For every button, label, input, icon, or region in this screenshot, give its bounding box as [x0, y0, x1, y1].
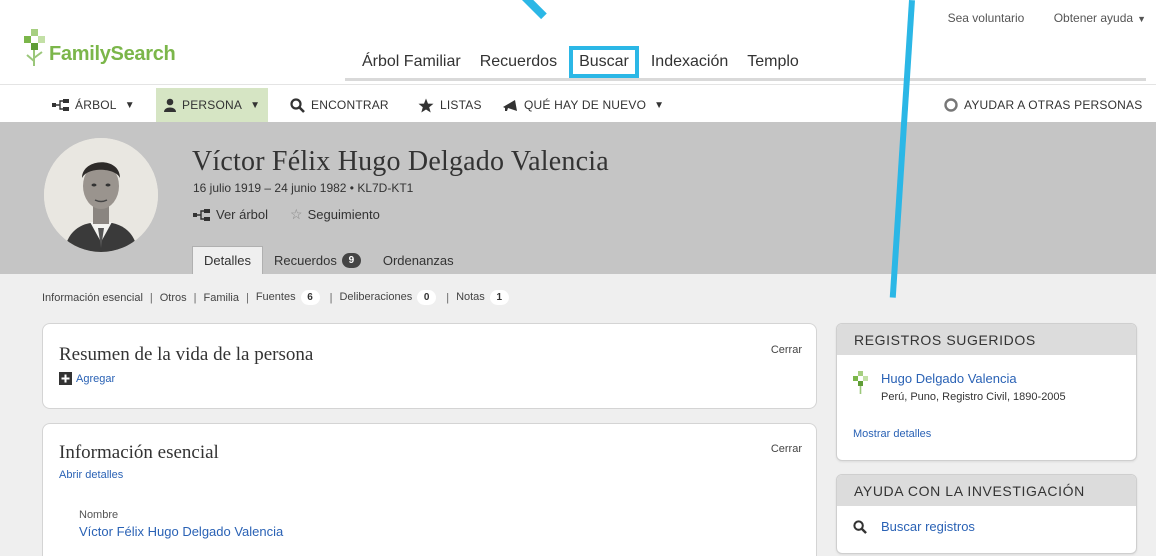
separator: | [446, 291, 450, 304]
memories-count-badge: 9 [341, 252, 361, 268]
subnav-whats-new[interactable]: QUÉ HAY DE NUEVO ▼ [502, 88, 664, 122]
utility-links: Sea voluntario Obtener ayuda ▼ [922, 11, 1146, 25]
nav-indexing[interactable]: Indexación [651, 53, 728, 71]
person-actions: Ver árbol ☆ Seguimiento [193, 206, 380, 223]
nav-family-tree[interactable]: Árbol Familiar [362, 53, 461, 71]
separator: | [193, 291, 197, 304]
suggested-record-source: Perú, Puno, Registro Civil, 1890-2005 [881, 391, 1066, 403]
tab-ordinances[interactable]: Ordenanzas [372, 246, 465, 274]
person-icon [164, 98, 176, 112]
nav-divider-light [0, 84, 1156, 85]
subnav-tree-label: ÁRBOL [75, 98, 117, 112]
search-icon [290, 97, 305, 113]
chevron-down-icon: ▼ [654, 99, 665, 111]
secondary-nav: ÁRBOL ▼ PERSONA ▼ ENCONTRAR LISTAS QUÉ H… [0, 88, 1156, 122]
chevron-down-icon: ▼ [124, 99, 135, 111]
life-summary-title: Resumen de la vida de la persona [59, 344, 314, 365]
separator: | [245, 291, 249, 304]
section-link-sources[interactable]: Fuentes 6 [256, 290, 320, 305]
tutorial-arrow-left [510, 0, 547, 20]
subnav-person[interactable]: PERSONA ▼ [156, 88, 269, 122]
subnav-find[interactable]: ENCONTRAR [290, 88, 389, 122]
chevron-down-icon: ▼ [250, 99, 261, 111]
plus-icon [59, 372, 72, 385]
nav-divider [345, 78, 1146, 81]
view-tree-link[interactable]: Ver árbol [216, 207, 268, 222]
add-summary-label: Agregar [76, 372, 116, 385]
open-details-link[interactable]: Abrir detalles [59, 469, 123, 481]
get-help-link[interactable]: Obtener ayuda ▼ [1054, 11, 1146, 25]
suggested-records-heading: REGISTROS SUGERIDOS [837, 324, 1136, 355]
tab-memories-label: Recuerdos [273, 252, 337, 268]
person-portrait[interactable] [44, 138, 158, 252]
subnav-person-label: PERSONA [182, 98, 243, 112]
search-icon [853, 519, 867, 534]
main-nav: Árbol Familiar Recuerdos Buscar Indexaci… [362, 46, 818, 78]
discussions-count-badge: 0 [417, 290, 437, 305]
search-records-label: Buscar registros [881, 519, 975, 534]
section-link-sources-label: Fuentes [255, 291, 296, 303]
nav-memories[interactable]: Recuerdos [480, 53, 557, 71]
brand-name: FamilySearch [49, 43, 176, 65]
add-summary-link[interactable]: Agregar [59, 372, 115, 385]
person-header [0, 122, 1156, 274]
get-help-label: Obtener ayuda [1053, 11, 1134, 25]
name-label: Nombre [79, 509, 119, 521]
tab-details[interactable]: Detalles [192, 246, 263, 274]
section-link-notes-label: Notas [456, 291, 485, 303]
follow-link[interactable]: Seguimiento [308, 207, 380, 222]
star-outline-icon: ☆ [290, 206, 303, 222]
section-link-notes[interactable]: Notas 1 [456, 290, 509, 305]
suggested-records-panel: REGISTROS SUGERIDOS Hugo Delgado Valenci… [836, 323, 1137, 461]
show-details-link[interactable]: Mostrar detalles [853, 428, 931, 440]
star-icon [418, 98, 434, 112]
tab-details-label: Detalles [204, 253, 251, 268]
research-help-panel: AYUDA CON LA INVESTIGACIÓN Buscar regist… [836, 474, 1137, 554]
subnav-help-others[interactable]: AYUDAR A OTRAS PERSONAS [944, 88, 1142, 122]
person-tabs: Detalles Recuerdos 9 Ordenanzas [192, 246, 465, 274]
section-link-discussions-label: Deliberaciones [339, 291, 413, 303]
subnav-lists-label: LISTAS [440, 98, 482, 112]
lifebuoy-icon [944, 98, 958, 112]
tab-memories[interactable]: Recuerdos 9 [263, 246, 372, 274]
subnav-help-others-label: AYUDAR A OTRAS PERSONAS [964, 98, 1143, 112]
person-dates-id: 16 julio 1919 – 24 junio 1982 • KL7D-KT1 [193, 181, 414, 195]
essential-info-card: Información esencial Cerrar Abrir detall… [42, 423, 817, 556]
essential-info-close[interactable]: Cerrar [771, 443, 802, 455]
tab-ordinances-label: Ordenanzas [382, 252, 454, 268]
suggested-record-link[interactable]: Hugo Delgado Valencia [881, 371, 1017, 386]
separator: | [329, 291, 333, 304]
tree-structure-icon [52, 99, 69, 111]
subnav-tree[interactable]: ÁRBOL ▼ [52, 88, 135, 122]
person-name: Víctor Félix Hugo Delgado Valencia [192, 146, 609, 177]
notes-count-badge: 1 [489, 290, 509, 305]
chevron-down-icon: ▼ [1137, 14, 1146, 24]
name-value-link[interactable]: Víctor Félix Hugo Delgado Valencia [79, 524, 283, 539]
section-link-family[interactable]: Familia [204, 292, 239, 304]
life-summary-close[interactable]: Cerrar [771, 344, 802, 356]
research-help-heading: AYUDA CON LA INVESTIGACIÓN [837, 475, 1136, 506]
section-links: Información esencial | Otros | Familia | Fu… [42, 290, 509, 305]
essential-info-title: Información esencial [59, 442, 219, 463]
family-tree-logo-icon [22, 28, 48, 68]
life-summary-card: Resumen de la vida de la persona Cerrar … [42, 323, 817, 409]
subnav-whats-new-label: QUÉ HAY DE NUEVO [524, 98, 647, 112]
subnav-find-label: ENCONTRAR [311, 98, 389, 112]
search-records-link[interactable]: Buscar registros [853, 519, 975, 534]
section-link-others[interactable]: Otros [160, 292, 187, 304]
megaphone-icon [503, 99, 517, 111]
subnav-lists[interactable]: LISTAS [418, 88, 482, 122]
familysearch-logo[interactable]: FamilySearch [22, 28, 176, 68]
section-link-discussions[interactable]: Deliberaciones 0 [339, 290, 437, 305]
volunteer-link[interactable]: Sea voluntario [948, 11, 1025, 25]
record-tree-icon [851, 371, 871, 400]
nav-search[interactable]: Buscar [569, 46, 639, 78]
section-link-essential[interactable]: Información esencial [42, 292, 143, 304]
sources-count-badge: 6 [300, 290, 320, 305]
nav-temple[interactable]: Templo [747, 53, 799, 71]
tree-structure-icon [193, 208, 210, 221]
separator: | [149, 291, 153, 304]
